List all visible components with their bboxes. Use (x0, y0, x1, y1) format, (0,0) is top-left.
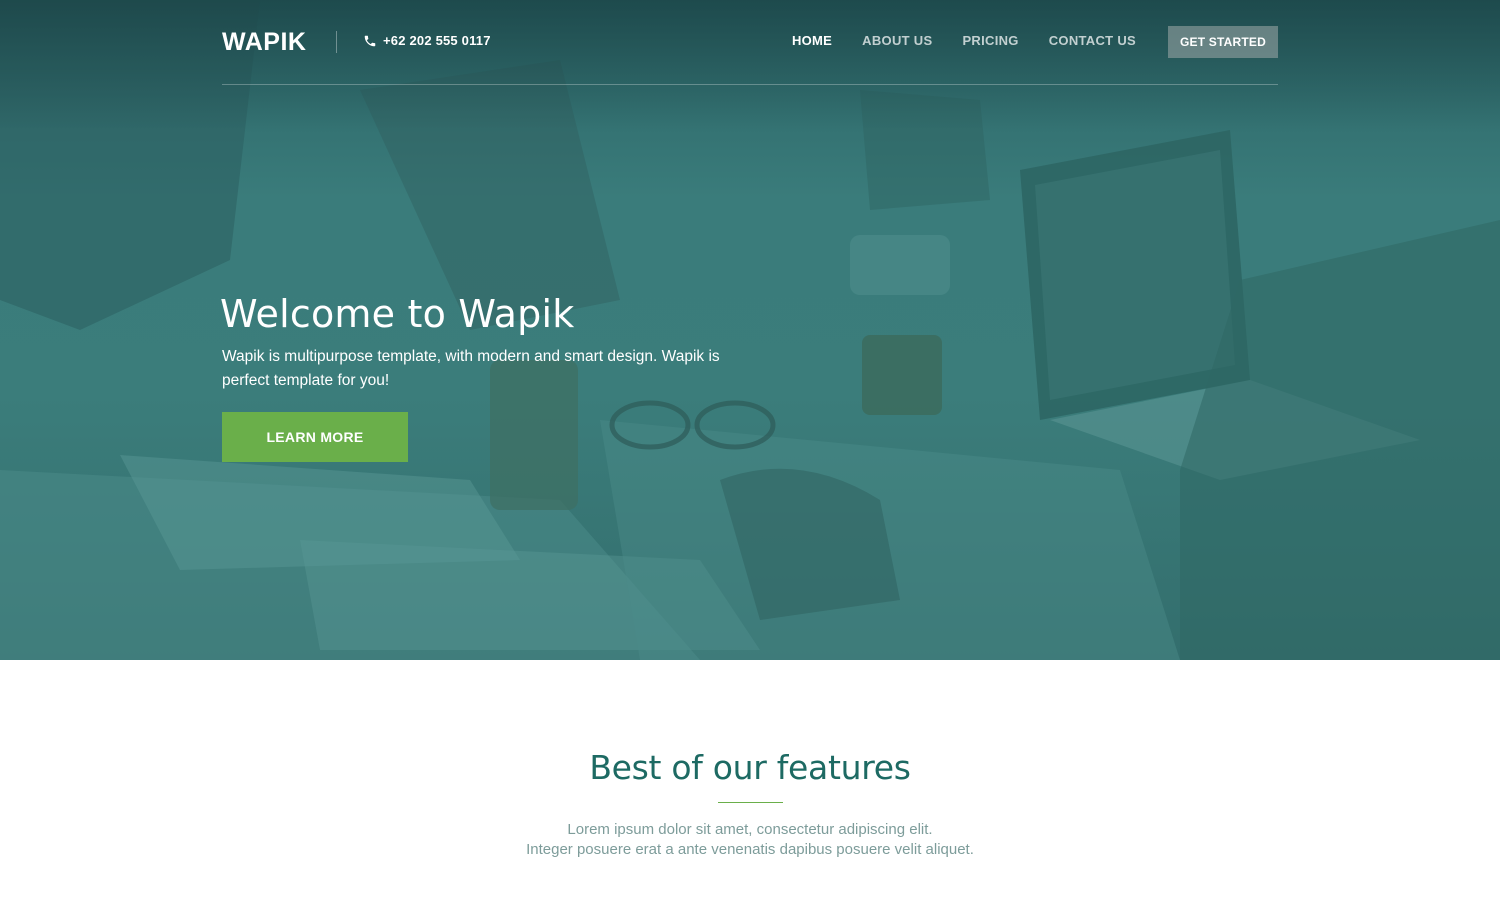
logo-divider (336, 31, 337, 53)
features-title: Best of our features (589, 748, 911, 787)
hero-section: WAPIK +62 202 555 0117 HOME ABOUT US PRI… (0, 0, 1500, 660)
hero-description: Wapik is multipurpose template, with mod… (222, 348, 720, 389)
nav-home[interactable]: HOME (792, 33, 832, 48)
features-description-line-1: Lorem ipsum dolor sit amet, consectetur … (567, 821, 933, 838)
hero-title: Welcome to Wapik (220, 292, 575, 336)
phone-icon (363, 34, 377, 48)
nav-contact-us[interactable]: CONTACT US (1049, 33, 1136, 48)
navbar: WAPIK +62 202 555 0117 HOME ABOUT US PRI… (222, 0, 1278, 85)
learn-more-button[interactable]: LEARN MORE (222, 412, 408, 462)
nav-pricing[interactable]: PRICING (962, 33, 1018, 48)
logo[interactable]: WAPIK (222, 28, 306, 57)
get-started-button[interactable]: GET STARTED (1168, 26, 1278, 58)
features-title-underline (718, 802, 783, 803)
features-description-line-2: Integer posuere erat a ante venenatis da… (526, 841, 974, 858)
phone-number: +62 202 555 0117 (383, 33, 491, 48)
features-description: Lorem ipsum dolor sit amet, consectetur … (0, 820, 1500, 860)
phone-contact: +62 202 555 0117 (363, 33, 491, 48)
features-section: Best of our features Lorem ipsum dolor s… (0, 660, 1500, 924)
main-nav: HOME ABOUT US PRICING CONTACT US (762, 33, 1136, 48)
navbar-divider (222, 84, 1278, 85)
nav-about-us[interactable]: ABOUT US (862, 33, 932, 48)
